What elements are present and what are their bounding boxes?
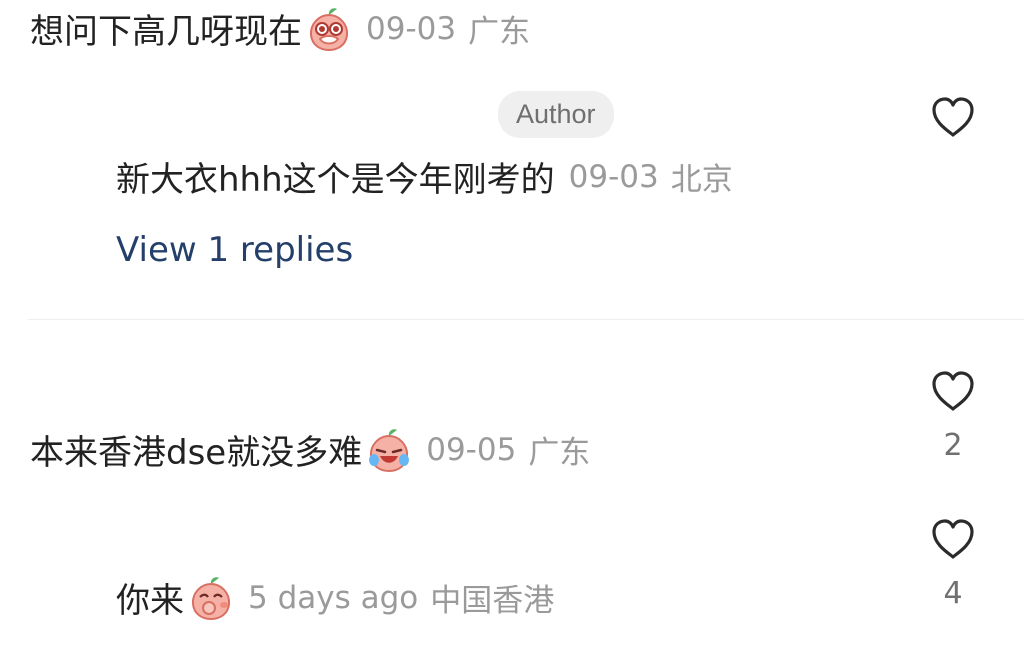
comment-text: 想问下高几呀现在 [30, 12, 302, 52]
like-count: 2 [943, 428, 963, 463]
comment-location: 广东 [528, 435, 591, 471]
peach-pleading-emoji-icon [309, 7, 349, 51]
view-replies-link[interactable]: View 1 replies [116, 230, 353, 270]
comment-location: 广东 [468, 14, 531, 50]
comment-date: 09-03 [568, 158, 659, 195]
comment-text: 你来 [116, 581, 184, 621]
heart-outline-icon[interactable] [930, 370, 976, 412]
comment-2: 新大衣hhh这个是今年刚考的 09-03 北京 [116, 152, 733, 201]
like-count: 4 [943, 576, 963, 611]
comment-location: 中国香港 [430, 583, 555, 619]
comment-1: 想问下高几呀现在 09-03 广东 [30, 4, 530, 53]
peach-laughing-crying-emoji-icon [369, 428, 410, 472]
comment-4: 你来 5 days ago 中国香港 [116, 573, 554, 622]
heart-outline-icon[interactable] [930, 518, 976, 560]
comment-date: 5 days ago [248, 579, 419, 616]
comment-text: 本来香港dse就没多难 [30, 433, 363, 473]
heart-outline-icon[interactable] [930, 96, 976, 138]
author-badge: Author [498, 91, 614, 138]
comment-date: 09-03 [366, 10, 457, 47]
comment-date: 09-05 [426, 431, 517, 468]
comment-text: 新大衣hhh这个是今年刚考的 [116, 160, 555, 200]
comment-divider [28, 319, 1024, 320]
comment-location: 北京 [670, 162, 733, 198]
comment-3: 本来香港dse就没多难 09-05 广东 [30, 425, 590, 474]
peach-shy-emoji-icon [191, 576, 231, 620]
